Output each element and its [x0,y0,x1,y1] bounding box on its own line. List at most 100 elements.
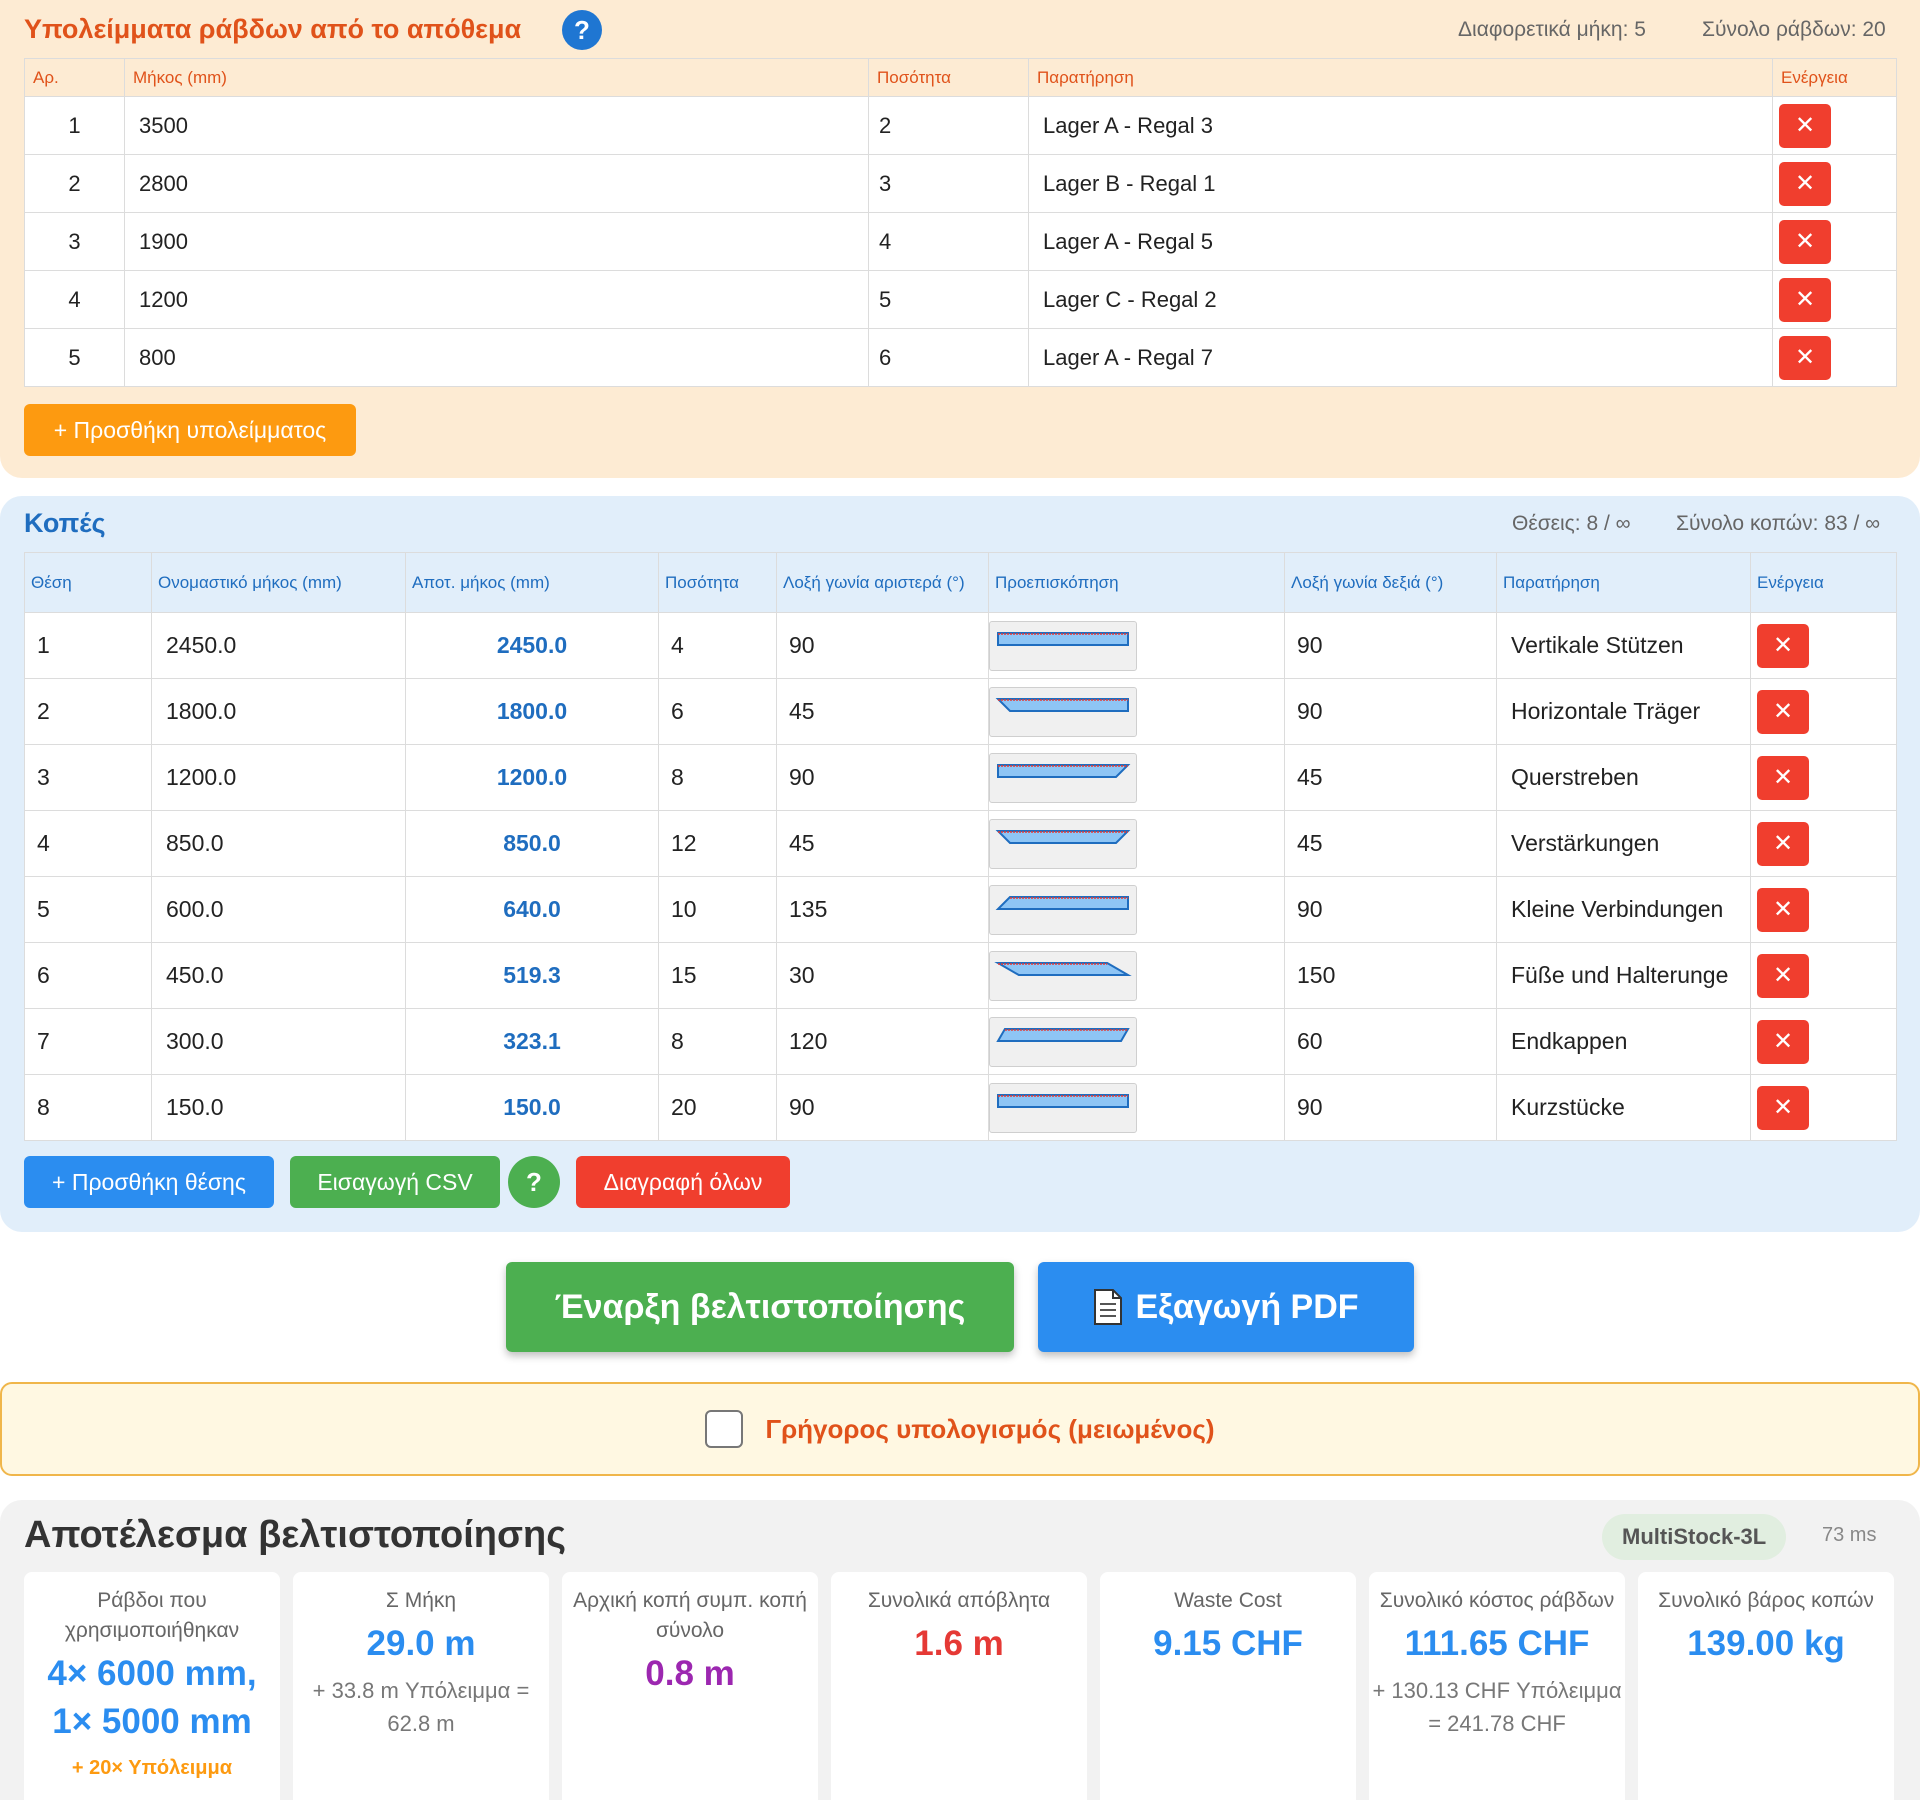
cut-qty-input[interactable]: 15 [658,942,777,1009]
result-card-label: Σ Μήκη [385,1589,457,1612]
stock-header-qty: Ποσότητα [868,58,1029,97]
delete-cut-button[interactable]: ✕ [1757,887,1809,932]
stock-note-input[interactable]: Lager A - Regal 7 [1028,328,1773,387]
cut-qty-input[interactable]: 6 [658,678,777,745]
cut-qty-input[interactable]: 10 [658,876,777,943]
cut-row: 6 450.0 519.3 15 30 150 Füße und Halterunge ✕ [24,942,1897,1009]
cut-left-angle-input[interactable]: 45 [776,678,989,745]
cut-left-angle-input[interactable]: 45 [776,810,989,877]
cut-action-cell: ✕ [1750,612,1897,679]
delete-cut-button[interactable]: ✕ [1757,689,1809,734]
stock-row: 1 3500 2 Lager A - Regal 3 ✕ [24,96,1897,155]
delete-cut-button[interactable]: ✕ [1757,755,1809,800]
cut-left-angle-input[interactable]: 90 [776,744,989,811]
cut-row: 5 600.0 640.0 10 135 90 Kleine Verbindungen ✕ [24,876,1897,943]
cut-preview [989,1082,1137,1133]
stock-note-input[interactable]: Lager B - Regal 1 [1028,154,1773,213]
stock-qty-input[interactable]: 5 [868,270,1029,329]
cut-right-angle-input[interactable]: 150 [1284,942,1497,1009]
result-card: Waste Cost 9.15 CHF [1100,1572,1356,1800]
delete-all-button[interactable]: Διαγραφή όλων [576,1156,790,1208]
cut-note-input[interactable]: Füße und Halterunge [1496,942,1751,1009]
cut-nominal-input[interactable]: 150.0 [151,1074,406,1141]
stock-note-input[interactable]: Lager A - Regal 5 [1028,212,1773,271]
cut-right-angle-input[interactable]: 90 [1284,876,1497,943]
cut-nominal-input[interactable]: 600.0 [151,876,406,943]
cuts-header-left-angle: Λοξή γωνία αριστερά (°) [776,552,989,613]
stock-qty-input[interactable]: 6 [868,328,1029,387]
cut-left-angle-input[interactable]: 120 [776,1008,989,1075]
add-position-button[interactable]: + Προσθήκη θέσης [24,1156,274,1208]
cut-note-input[interactable]: Kleine Verbindungen [1496,876,1751,943]
cut-nominal-input[interactable]: 1200.0 [151,744,406,811]
delete-cut-button[interactable]: ✕ [1757,821,1809,866]
cut-left-angle-input[interactable]: 30 [776,942,989,1009]
cut-position: 7 [24,1008,152,1075]
cut-note-input[interactable]: Verstärkungen [1496,810,1751,877]
stock-length-input[interactable]: 1900 [124,212,869,271]
stock-qty-input[interactable]: 2 [868,96,1029,155]
stock-length-input[interactable]: 2800 [124,154,869,213]
cut-right-angle-input[interactable]: 45 [1284,810,1497,877]
delete-cut-button[interactable]: ✕ [1757,1085,1809,1130]
cut-qty-input[interactable]: 20 [658,1074,777,1141]
cut-right-angle-input[interactable]: 90 [1284,1074,1497,1141]
cut-preview-cell [988,1008,1285,1075]
cut-right-angle-input[interactable]: 60 [1284,1008,1497,1075]
cut-nominal-input[interactable]: 1800.0 [151,678,406,745]
add-leftover-button[interactable]: + Προσθήκη υπολείμματος [24,404,356,456]
result-card-value: 1.6 m [914,1624,1004,1663]
cut-right-angle-input[interactable]: 90 [1284,612,1497,679]
stock-length-input[interactable]: 3500 [124,96,869,155]
cut-nominal-input[interactable]: 300.0 [151,1008,406,1075]
delete-leftover-button[interactable]: ✕ [1779,277,1831,322]
cut-right-angle-input[interactable]: 90 [1284,678,1497,745]
stock-length-input[interactable]: 1200 [124,270,869,329]
cut-qty-input[interactable]: 4 [658,612,777,679]
cut-left-angle-input[interactable]: 135 [776,876,989,943]
cut-note-input[interactable]: Vertikale Stützen [1496,612,1751,679]
stock-qty-input[interactable]: 4 [868,212,1029,271]
csv-help-button[interactable]: ? [508,1156,560,1208]
cut-qty-input[interactable]: 8 [658,1008,777,1075]
stock-row: 5 800 6 Lager A - Regal 7 ✕ [24,328,1897,387]
stock-note-input[interactable]: Lager A - Regal 3 [1028,96,1773,155]
profile-shape [997,1093,1129,1108]
cut-nominal-input[interactable]: 850.0 [151,810,406,877]
cut-qty-input[interactable]: 8 [658,744,777,811]
profile-shape [995,829,1131,844]
stock-qty-input[interactable]: 3 [868,154,1029,213]
delete-cut-button[interactable]: ✕ [1757,623,1809,668]
delete-leftover-button[interactable]: ✕ [1779,335,1831,380]
cut-action-cell: ✕ [1750,942,1897,1009]
fast-calc-checkbox[interactable] [705,1410,744,1448]
stock-length-input[interactable]: 800 [124,328,869,387]
delete-cut-button[interactable]: ✕ [1757,1019,1809,1064]
delete-leftover-button[interactable]: ✕ [1779,219,1831,264]
result-card-sub: + 130.13 CHF Υπόλειμμα = 241.78 CHF [1372,1678,1622,1736]
cut-action-cell: ✕ [1750,744,1897,811]
cut-note-input[interactable]: Endkappen [1496,1008,1751,1075]
delete-cut-button[interactable]: ✕ [1757,953,1809,998]
result-card-label: Ράβδοι που χρησιμοποιήθηκαν [64,1589,240,1642]
cut-left-angle-input[interactable]: 90 [776,612,989,679]
export-pdf-button[interactable]: Εξαγωγή PDF [1038,1262,1414,1352]
cut-left-angle-input[interactable]: 90 [776,1074,989,1141]
cut-note-input[interactable]: Querstreben [1496,744,1751,811]
delete-leftover-button[interactable]: ✕ [1779,161,1831,206]
delete-leftover-button[interactable]: ✕ [1779,103,1831,148]
stock-note-input[interactable]: Lager C - Regal 2 [1028,270,1773,329]
cut-nominal-input[interactable]: 450.0 [151,942,406,1009]
cut-note-input[interactable]: Horizontale Träger [1496,678,1751,745]
cut-right-angle-input[interactable]: 45 [1284,744,1497,811]
stock-row-no: 4 [24,270,125,329]
stock-help-button[interactable]: ? [562,10,602,50]
cuts-section-title: Κοπές [24,508,106,538]
cut-note-input[interactable]: Kurzstücke [1496,1074,1751,1141]
cut-position: 5 [24,876,152,943]
stock-row: 2 2800 3 Lager B - Regal 1 ✕ [24,154,1897,213]
start-optimization-button[interactable]: Έναρξη βελτιστοποίησης [506,1262,1014,1352]
cut-nominal-input[interactable]: 2450.0 [151,612,406,679]
cut-qty-input[interactable]: 12 [658,810,777,877]
import-csv-button[interactable]: Εισαγωγή CSV [290,1156,500,1208]
